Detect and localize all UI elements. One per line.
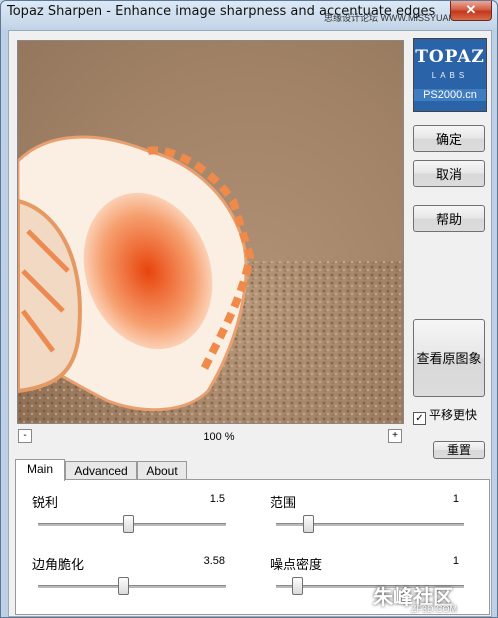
range-slider-thumb[interactable] xyxy=(302,515,314,533)
zoom-in-button[interactable]: + xyxy=(388,429,402,443)
tab-main[interactable]: Main xyxy=(15,459,65,481)
zoom-level: 100 % xyxy=(203,431,235,443)
logo-site: PS2000.cn xyxy=(414,89,486,101)
edge-crispness-slider-thumb[interactable] xyxy=(117,577,129,595)
checkmark-icon[interactable]: ✓ xyxy=(413,412,426,425)
edge-crispness-value: 3.58 xyxy=(203,555,225,567)
sharpness-label: 锐利 xyxy=(32,495,59,510)
edge-crispness-slider-track[interactable] xyxy=(38,585,226,588)
seashell-photo xyxy=(18,41,403,423)
noise-density-label: 噪点密度 xyxy=(270,557,323,572)
pan-faster-checkbox[interactable]: ✓ 平移更快 xyxy=(413,406,477,425)
app-window: Topaz Sharpen - Enhance image sharpness … xyxy=(0,0,498,618)
reset-button[interactable]: 重置 xyxy=(433,441,485,459)
dialog-body: - 100 % + TOPAZ LABS PS2000.cn 确定 取消 帮助 … xyxy=(8,30,492,617)
noise-density-value: 1 xyxy=(452,555,459,567)
edge-crispness-label: 边角脆化 xyxy=(32,557,85,572)
image-preview[interactable] xyxy=(17,40,404,424)
noise-density-slider-thumb[interactable] xyxy=(291,577,303,595)
topaz-logo: TOPAZ LABS PS2000.cn xyxy=(413,38,487,112)
watermark-sub: ZF3D.COM xyxy=(411,604,457,614)
ok-button[interactable]: 确定 xyxy=(413,125,485,152)
pan-faster-label: 平移更快 xyxy=(429,408,478,422)
range-label: 范围 xyxy=(270,495,297,510)
title-bar: Topaz Sharpen - Enhance image sharpness … xyxy=(1,1,497,29)
logo-brand: TOPAZ xyxy=(415,47,485,67)
tab-advanced[interactable]: Advanced xyxy=(65,461,137,480)
close-button[interactable]: ✕ xyxy=(450,1,492,21)
view-original-button[interactable]: 查看原图象 xyxy=(413,319,485,397)
help-button[interactable]: 帮助 xyxy=(413,205,485,232)
cancel-button[interactable]: 取消 xyxy=(413,160,485,187)
sharpness-value: 1.5 xyxy=(209,493,225,505)
sharpness-slider-thumb[interactable] xyxy=(123,515,135,533)
zoom-out-button[interactable]: - xyxy=(18,429,32,443)
range-value: 1 xyxy=(452,493,459,505)
tab-about[interactable]: About xyxy=(137,461,187,480)
logo-sub: LABS xyxy=(431,71,469,80)
